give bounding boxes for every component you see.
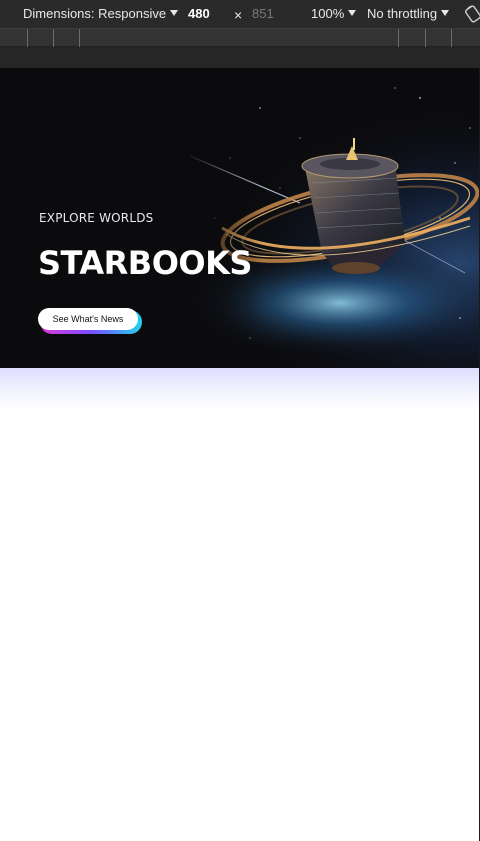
dimensions-dropdown[interactable]: Dimensions: Responsive (23, 6, 179, 22)
hero-banner: EXPLORE WORLDS STARBOOKS See What's News (0, 68, 479, 368)
width-input[interactable]: 480 (188, 6, 210, 22)
hero-title: STARBOOKS (38, 244, 252, 282)
devtools-gutter (0, 47, 480, 68)
throttling-label: No throttling (367, 6, 438, 21)
breakpoint-tick[interactable] (27, 29, 28, 47)
chevron-down-icon (170, 10, 179, 16)
height-input[interactable]: 851 (252, 6, 274, 22)
breakpoint-tick[interactable] (425, 29, 426, 47)
cta-container: See What's News (38, 308, 142, 334)
dimensions-label: Dimensions: Responsive (23, 6, 167, 21)
see-whats-news-button[interactable]: See What's News (38, 308, 138, 330)
breakpoint-tick[interactable] (53, 29, 54, 47)
breakpoint-tick[interactable] (79, 29, 80, 47)
chevron-down-icon (348, 10, 357, 16)
rotate-icon[interactable] (464, 4, 480, 24)
chevron-down-icon (441, 10, 450, 16)
hero-kicker: EXPLORE WORLDS (39, 211, 154, 225)
zoom-label: 100% (311, 6, 345, 21)
devtools-device-toolbar: Dimensions: Responsive 480 × 851 100% No… (0, 0, 480, 28)
media-query-bar (0, 28, 480, 47)
throttling-dropdown[interactable]: No throttling (367, 6, 450, 22)
breakpoint-tick[interactable] (451, 29, 452, 47)
zoom-dropdown[interactable]: 100% (311, 6, 357, 22)
page-viewport: EXPLORE WORLDS STARBOOKS See What's News (0, 68, 479, 841)
dimension-separator: × (234, 7, 243, 23)
section-fade (0, 368, 479, 408)
breakpoint-tick[interactable] (398, 29, 399, 47)
